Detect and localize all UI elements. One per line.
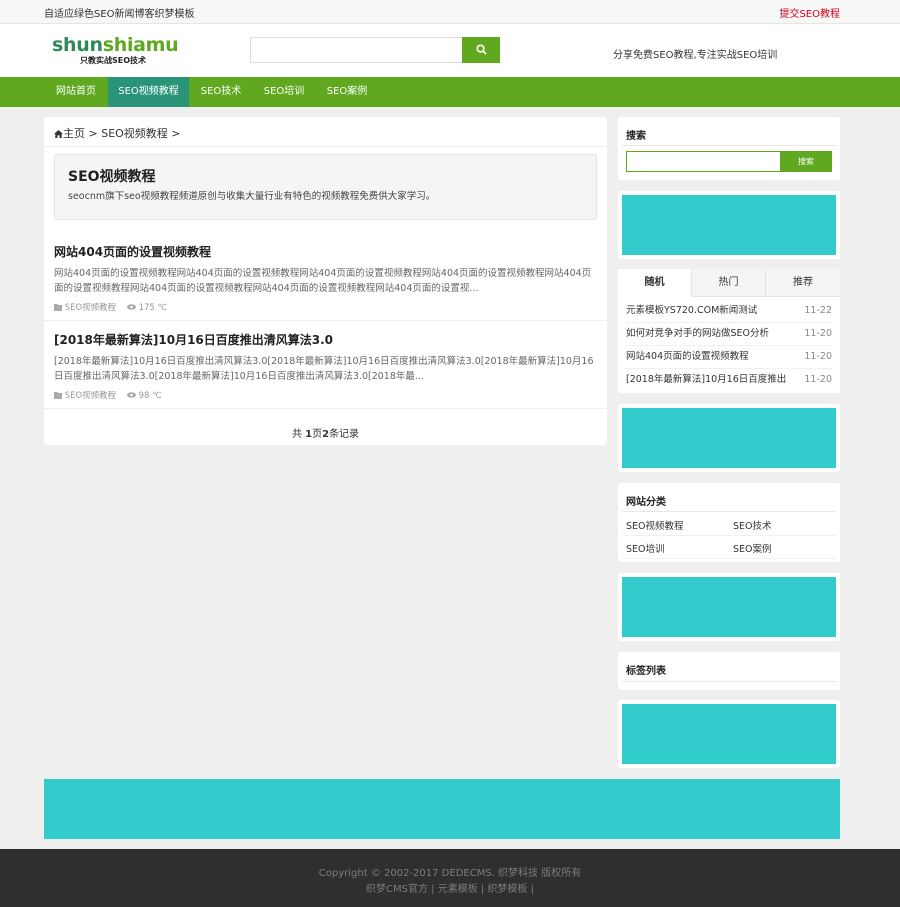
folder-icon [54, 304, 62, 311]
list-item-title[interactable]: 元素模板YS720.COM新闻测试 [626, 300, 791, 322]
post-item: [2018年最新算法]10月16日百度推出清风算法3.0 [2018年最新算法]… [54, 331, 597, 401]
ad-block [618, 700, 840, 768]
pager-text: 共 [291, 429, 306, 440]
list-item-date: 11-22 [804, 305, 832, 316]
sidebar-tabs: 随机 热门 推荐 [618, 269, 840, 297]
footer-links: 织梦CMS官方 | 元素模板 | 织梦模板 | [366, 884, 534, 895]
post-views: 98 ℃ [138, 391, 162, 401]
ad-block [618, 191, 840, 259]
sidebar-tags: 标签列表 [618, 652, 840, 690]
footer: Copyright © 2002-2017 DEDECMS. 织梦科技 版权所有… [0, 849, 900, 907]
list-item-title[interactable]: [2018年最新算法]10月16日百度推出 [626, 369, 791, 391]
ad-block [618, 404, 840, 472]
pager-text: 条记录 [329, 429, 360, 440]
ad-block [618, 573, 840, 641]
list-item-title[interactable]: 如何对竞争对手的网站做SEO分析 [626, 323, 791, 345]
breadcrumb-home[interactable]: 主页 [63, 127, 85, 140]
post-excerpt: 网站404页面的设置视频教程网站404页面的设置视频教程网站404页面的设置视频… [54, 268, 592, 294]
categories-title: 网站分类 [626, 497, 666, 508]
folder-icon [54, 392, 62, 399]
category-link[interactable]: SEO视频教程 [626, 518, 684, 532]
ad-banner[interactable] [622, 195, 836, 255]
category-title: SEO视频教程 [68, 169, 156, 185]
footer-link[interactable]: 元素模板 [438, 884, 478, 895]
header-tagline: 分享免费SEO教程,专注实战SEO培训 [613, 50, 778, 61]
logo-text-a: shun [52, 34, 103, 56]
breadcrumb: 主页 > SEO视频教程 > [54, 125, 181, 141]
home-icon [54, 130, 63, 138]
nav-seo-tech[interactable]: SEO技术 [189, 77, 253, 107]
eye-icon [126, 392, 136, 398]
divider [622, 535, 836, 536]
category-link[interactable]: SEO技术 [733, 518, 772, 532]
tab-hot[interactable]: 热门 [692, 269, 766, 297]
bottom-ad-banner[interactable] [44, 779, 840, 839]
nav-seo-training[interactable]: SEO培训 [253, 77, 315, 107]
category-link[interactable]: SEO培训 [626, 541, 665, 555]
post-category-link[interactable]: SEO视频教程 [65, 391, 116, 401]
post-title[interactable]: [2018年最新算法]10月16日百度推出清风算法3.0 [54, 333, 333, 347]
category-link[interactable]: SEO案例 [733, 541, 772, 555]
ad-banner[interactable] [622, 577, 836, 637]
footer-link[interactable]: 织梦CMS官方 [366, 884, 428, 895]
list-item[interactable]: [2018年最新算法]10月16日百度推出 11-20 [626, 369, 832, 392]
search-icon [475, 43, 487, 55]
list-item[interactable]: 元素模板YS720.COM新闻测试 11-22 [626, 300, 832, 323]
category-header: SEO视频教程 seocnm旗下seo视频教程频道原创与收集大量行业有特色的视频… [54, 154, 597, 220]
list-item[interactable]: 网站404页面的设置视频教程 11-20 [626, 346, 832, 369]
nav-home[interactable]: 网站首页 [44, 77, 108, 107]
site-logo[interactable]: shunshiamu 只教实战SEO技术 [52, 34, 179, 66]
sidebar-search-title: 搜索 [626, 131, 646, 142]
post-title[interactable]: 网站404页面的设置视频教程 [54, 245, 211, 259]
site-description: 自适应绿色SEO新闻博客织梦模板 [44, 9, 195, 20]
pagination: 共 1页2条记录 [44, 425, 607, 440]
tab-recommend[interactable]: 推荐 [766, 269, 840, 297]
list-item-date: 11-20 [804, 374, 832, 385]
sidebar-categories: 网站分类 SEO视频教程 SEO技术 SEO培训 SEO案例 [618, 483, 840, 562]
post-views: 175 ℃ [138, 303, 168, 313]
divider [622, 558, 836, 559]
post-meta: SEO视频教程 175 ℃ [54, 301, 597, 313]
post-item: 网站404页面的设置视频教程 网站404页面的设置视频教程网站404页面的设置视… [54, 243, 597, 313]
post-excerpt: [2018年最新算法]10月16日百度推出清风算法3.0[2018年最新算法]1… [54, 356, 594, 382]
breadcrumb-trail: > SEO视频教程 > [85, 127, 181, 140]
ad-banner[interactable] [622, 408, 836, 468]
divider [622, 511, 836, 512]
sidebar-tabs-box: 随机 热门 推荐 元素模板YS720.COM新闻测试 11-22 如何对竞争对手… [618, 269, 840, 393]
list-item-title[interactable]: 网站404页面的设置视频教程 [626, 346, 791, 368]
list-item[interactable]: 如何对竞争对手的网站做SEO分析 11-20 [626, 323, 832, 346]
eye-icon [126, 304, 136, 310]
ad-banner[interactable] [622, 704, 836, 764]
header: shunshiamu 只教实战SEO技术 分享免费SEO教程,专注实战SEO培训 [0, 24, 900, 77]
divider [622, 145, 836, 146]
nav-seo-cases[interactable]: SEO案例 [315, 77, 379, 107]
footer-link[interactable]: 织梦模板 [487, 884, 527, 895]
logo-text-b: shiamu [102, 34, 179, 56]
post-category-link[interactable]: SEO视频教程 [65, 303, 116, 313]
sidebar-search: 搜索 搜索 [618, 117, 840, 180]
divider [44, 320, 607, 321]
tags-title: 标签列表 [626, 666, 666, 677]
list-item-date: 11-20 [804, 351, 832, 362]
header-search-button[interactable] [462, 37, 500, 63]
footer-copyright: Copyright © 2002-2017 DEDECMS. 织梦科技 版权所有 [318, 868, 582, 879]
pager-text: 页 [312, 429, 323, 440]
main-content: 主页 > SEO视频教程 > SEO视频教程 seocnm旗下seo视频教程频道… [44, 117, 607, 445]
sidebar-search-input[interactable] [626, 151, 781, 172]
header-search-input[interactable] [250, 37, 463, 63]
top-bar: 自适应绿色SEO新闻博客织梦模板 提交SEO教程 [0, 0, 900, 24]
divider [44, 146, 607, 147]
logo-slogan: 只教实战SEO技术 [80, 56, 147, 65]
submit-seo-link[interactable]: 提交SEO教程 [779, 5, 840, 20]
post-meta: SEO视频教程 98 ℃ [54, 389, 597, 401]
tab-random[interactable]: 随机 [618, 269, 692, 297]
list-item-date: 11-20 [804, 328, 832, 339]
category-description: seocnm旗下seo视频教程频道原创与收集大量行业有特色的视频教程免费供大家学… [68, 191, 436, 202]
main-nav: 网站首页 SEO视频教程 SEO技术 SEO培训 SEO案例 [0, 77, 900, 107]
divider [44, 408, 607, 409]
nav-seo-video[interactable]: SEO视频教程 [108, 77, 189, 107]
divider [622, 681, 836, 682]
sidebar-search-button[interactable]: 搜索 [780, 151, 832, 172]
